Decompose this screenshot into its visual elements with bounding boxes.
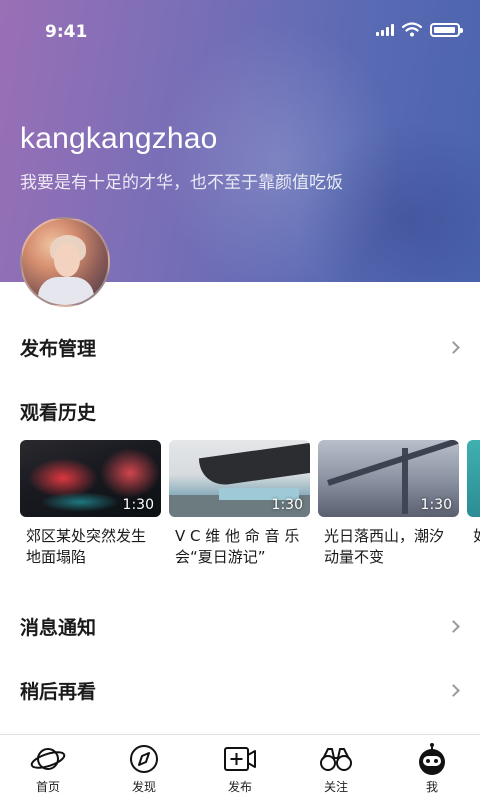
tab-discover[interactable]: 发现 [96,735,192,800]
tab-me-label: 我 [425,780,438,794]
video-duration: 1:30 [420,497,452,513]
tab-follow[interactable]: 关注 [288,735,384,800]
profile-signature: 我要是有十足的才华，也不至于靠颜值吃饭 [20,173,343,193]
tab-publish-label: 发布 [227,780,252,794]
avatar[interactable] [20,217,110,307]
video-title: V C 维 他 命 音 乐会“夏日游记” [175,527,300,566]
video-title: 光日落西山，潮汐动量不变 [324,527,445,566]
username: kangkangzhao [20,122,218,155]
status-icons [376,22,463,37]
history-title: 观看历史 [20,402,97,424]
compass-icon [130,745,158,773]
status-bar: 9:41 [0,0,480,64]
video-duration: 1:30 [271,497,303,513]
tab-publish[interactable]: 发布 [192,735,288,800]
history-card[interactable]: 1:30 光日落西山，潮汐动量不变 [318,440,459,568]
chevron-right-icon [447,340,460,354]
wifi-icon [402,22,422,37]
video-thumbnail[interactable]: 1:30 [20,440,161,517]
notifications-row[interactable]: 消息通知 [0,601,480,651]
publish-manage-row[interactable]: 发布管理 [0,322,480,372]
planet-icon [30,748,66,770]
video-add-icon [224,747,256,771]
robot-icon [419,743,445,775]
chevron-right-icon [447,619,460,633]
history-list[interactable]: 1:30 郊区某处突然发生地面塌陷 1:30 V C 维 他 命 音 乐会“夏日… [20,440,480,580]
tab-follow-label: 关注 [323,780,348,794]
video-title: 如不 [467,526,480,568]
status-time: 9:41 [45,22,88,42]
tab-me[interactable]: 我 [384,735,480,800]
tab-bar: 首页 发现 发布 关注 我 [0,734,480,800]
watch-later-label: 稍后再看 [20,680,97,703]
history-card[interactable]: 1:30 郊区某处突然发生地面塌陷 [20,440,161,568]
binoculars-icon [320,748,352,771]
video-duration: 1:30 [122,497,154,513]
video-thumbnail[interactable]: 1:30 [318,440,459,517]
notifications-label: 消息通知 [20,616,97,639]
publish-manage-label: 发布管理 [20,337,97,360]
history-card[interactable]: 1:30 V C 维 他 命 音 乐会“夏日游记” [169,440,310,568]
history-card[interactable]: 如不 [467,440,480,568]
watch-later-row[interactable]: 稍后再看 [0,665,480,715]
battery-icon [430,22,463,37]
tab-discover-label: 发现 [131,780,156,794]
header-background-shade [300,120,480,282]
video-thumbnail[interactable] [467,440,480,517]
tab-home-label: 首页 [35,780,60,794]
chevron-right-icon [447,683,460,697]
signal-icon [376,23,394,36]
tab-home[interactable]: 首页 [0,735,96,800]
video-title: 郊区某处突然发生地面塌陷 [26,527,147,566]
video-thumbnail[interactable]: 1:30 [169,440,310,517]
